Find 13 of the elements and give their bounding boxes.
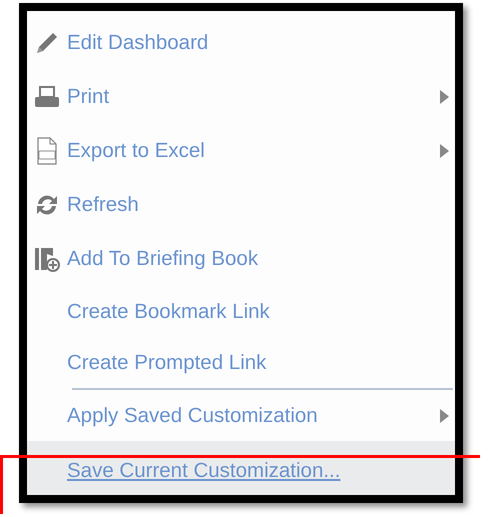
- menu-item[interactable]: Add To Briefing Book: [27, 232, 455, 286]
- menu-item[interactable]: Refresh: [27, 178, 455, 232]
- spreadsheet-file-icon: [35, 137, 59, 165]
- pencil-icon: [34, 30, 60, 56]
- menu-item[interactable]: Print: [27, 70, 455, 124]
- menu-item[interactable]: Export to Excel: [27, 124, 455, 178]
- printer-icon: [33, 85, 61, 109]
- menu-item[interactable]: Edit Dashboard: [27, 16, 455, 70]
- briefing-book-icon: [33, 246, 61, 272]
- menu-item[interactable]: Apply Saved Customization: [27, 390, 455, 441]
- menu-item[interactable]: Create Prompted Link: [27, 337, 455, 388]
- menu-item[interactable]: Create Bookmark Link: [27, 286, 455, 337]
- menu-item[interactable]: Save Current Customization...: [27, 441, 455, 495]
